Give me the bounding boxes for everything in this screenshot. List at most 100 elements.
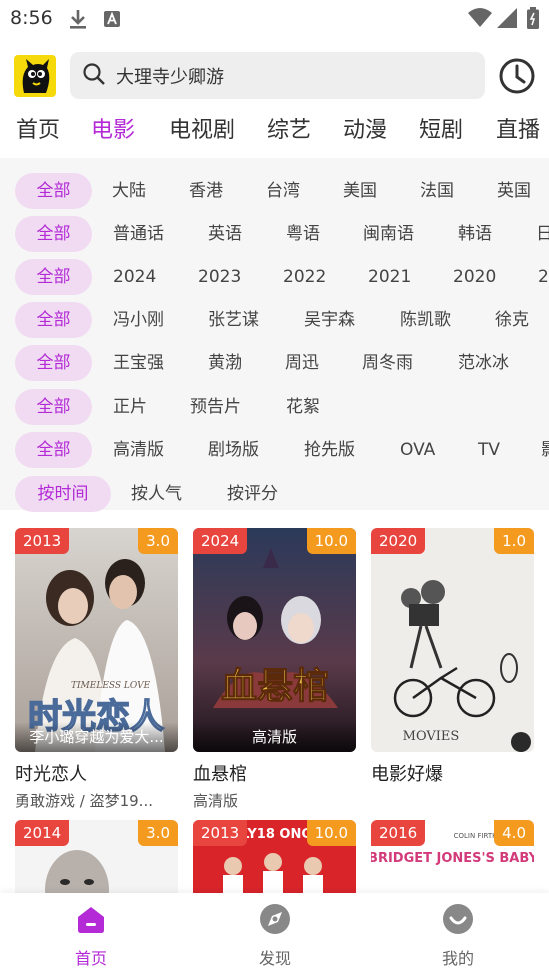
score-badge: 4.0 — [494, 820, 534, 846]
filter-chip[interactable]: 周冬雨 — [362, 345, 413, 381]
filter-chip[interactable]: 2020 — [453, 259, 496, 295]
nav-home[interactable]: 首页 — [41, 903, 141, 969]
sort-options: 按时间 按人气 按评分 — [0, 476, 549, 514]
year-badge: 2013 — [15, 528, 70, 554]
movie-title: 血悬棺 — [193, 764, 247, 785]
filter-chip[interactable]: 全部 — [15, 173, 92, 209]
history-button[interactable] — [497, 56, 537, 96]
score-badge: 10.0 — [306, 820, 356, 846]
tab-home[interactable]: 首页 — [16, 112, 60, 144]
bottom-navigation: 首页 发现 我的 — [0, 893, 549, 976]
score-badge: 10.0 — [306, 528, 356, 554]
filter-chip[interactable]: 王宝强 — [113, 345, 164, 381]
filter-chip[interactable]: 2023 — [198, 259, 241, 295]
poster-caption: 李小璐穿越为爱大... — [15, 722, 178, 752]
tab-variety[interactable]: 综艺 — [267, 112, 311, 144]
filter-chip[interactable]: 法国 — [420, 173, 454, 209]
score-badge: 3.0 — [138, 820, 178, 846]
category-tabs: 首页 电影 电视剧 综艺 动漫 短剧 直播 — [0, 112, 549, 152]
score-badge: 3.0 — [138, 528, 178, 554]
movie-card[interactable]: 血悬棺 2024 10.0 高清版 血悬棺 高清版 — [193, 528, 356, 811]
filter-chip[interactable]: 张艺谋 — [208, 302, 259, 338]
movie-card[interactable]: TIMELESS LOVE 时光恋人 2013 3.0 李小璐穿越为爱大... … — [15, 528, 178, 811]
filter-chip[interactable]: 正片 — [113, 389, 147, 425]
filter-chip[interactable]: 日 — [536, 216, 549, 252]
sort-by-popularity[interactable]: 按人气 — [131, 476, 182, 512]
movie-poster: COLIN FIRTH PATRICK BRIDGET JONES'S BABY… — [371, 820, 534, 900]
filter-chip[interactable]: 陈凯歌 — [400, 302, 451, 338]
filter-chip[interactable]: 普通话 — [113, 216, 164, 252]
status-bar: 8:56 — [0, 0, 549, 38]
search-icon — [82, 62, 106, 90]
movie-poster: TIMELESS LOVE 时光恋人 2013 3.0 李小璐穿越为爱大... — [15, 528, 178, 752]
filter-chip[interactable]: 预告片 — [190, 389, 241, 425]
filter-chip[interactable]: OVA — [400, 432, 435, 468]
filter-actor: 全部 王宝强 黄渤 周迅 周冬雨 范冰冰 — [0, 345, 549, 383]
filter-chip[interactable]: 2 — [538, 259, 549, 295]
year-badge: 2013 — [193, 820, 248, 846]
filter-type: 全部 正片 预告片 花絮 — [0, 389, 549, 427]
filter-chip[interactable]: 全部 — [15, 389, 92, 425]
signal-icon — [497, 8, 517, 32]
nav-label: 我的 — [441, 949, 474, 968]
filter-chip[interactable]: 冯小刚 — [113, 302, 164, 338]
svg-text:MOVIES: MOVIES — [403, 729, 460, 744]
nav-discover[interactable]: 发现 — [225, 903, 325, 969]
filter-chip[interactable]: 范冰冰 — [458, 345, 509, 381]
filter-chip[interactable]: TV — [478, 432, 500, 468]
filter-chip[interactable]: 吴宇森 — [304, 302, 355, 338]
svg-text:BRIDGET JONES'S BABY: BRIDGET JONES'S BABY — [371, 851, 534, 866]
movie-card[interactable]: COLIN FIRTH PATRICK BRIDGET JONES'S BABY… — [371, 820, 534, 900]
tab-live[interactable]: 直播 — [496, 112, 540, 144]
movie-poster: MOVIES 2020 1.0 — [371, 528, 534, 752]
filter-chip[interactable]: 大陆 — [112, 173, 146, 209]
year-badge: 2020 — [371, 528, 426, 554]
filter-chip[interactable]: 花絮 — [286, 389, 320, 425]
filter-chip[interactable]: 粤语 — [286, 216, 320, 252]
svg-text:TIMELESS LOVE: TIMELESS LOVE — [71, 681, 151, 691]
sort-by-rating[interactable]: 按评分 — [227, 476, 278, 512]
discover-icon — [259, 904, 291, 939]
filter-version: 全部 高清版 剧场版 抢先版 OVA TV 影 — [0, 432, 549, 470]
tab-tv-series[interactable]: 电视剧 — [169, 112, 235, 144]
movie-card[interactable]: 2014 3.0 — [15, 820, 178, 900]
filter-chip[interactable]: 英国 — [497, 173, 531, 209]
filter-chip[interactable]: 全部 — [15, 216, 92, 252]
tab-movies[interactable]: 电影 — [91, 112, 135, 144]
filter-chip[interactable]: 高清版 — [113, 432, 164, 468]
filter-chip[interactable]: 全部 — [15, 302, 92, 338]
sort-by-time[interactable]: 按时间 — [15, 476, 111, 512]
movie-title: 时光恋人 — [15, 764, 87, 785]
filter-chip[interactable]: 美国 — [343, 173, 377, 209]
filter-chip[interactable]: 抢先版 — [304, 432, 355, 468]
filter-chip[interactable]: 黄渤 — [208, 345, 242, 381]
filter-chip[interactable]: 韩语 — [458, 216, 492, 252]
search-input[interactable]: 大理寺少卿游 — [70, 52, 485, 99]
filter-chip[interactable]: 台湾 — [266, 173, 300, 209]
filter-chip[interactable]: 2022 — [283, 259, 326, 295]
filter-chip[interactable]: 影 — [541, 432, 549, 468]
movie-card[interactable]: MOVIES 2020 1.0 电影好爆 — [371, 528, 534, 790]
filter-chip[interactable]: 全部 — [15, 259, 92, 295]
filter-chip[interactable]: 香港 — [189, 173, 223, 209]
filter-director: 全部 冯小刚 张艺谋 吴宇森 陈凯歌 徐克 — [0, 302, 549, 340]
clock-icon — [497, 58, 537, 100]
year-badge: 2014 — [15, 820, 70, 846]
nav-profile[interactable]: 我的 — [408, 903, 508, 969]
notification-app-icon — [104, 11, 120, 31]
filter-chip[interactable]: 2024 — [113, 259, 156, 295]
movie-card[interactable]: NLY18 ONCE 2013 10.0 — [193, 820, 356, 900]
filter-chip[interactable]: 全部 — [15, 345, 92, 381]
battery-icon — [527, 7, 539, 33]
tab-anime[interactable]: 动漫 — [343, 112, 387, 144]
filter-chip[interactable]: 剧场版 — [208, 432, 259, 468]
filter-chip[interactable]: 闽南语 — [363, 216, 414, 252]
filter-chip[interactable]: 英语 — [208, 216, 242, 252]
tab-short-drama[interactable]: 短剧 — [419, 112, 463, 144]
filter-region: 全部 大陆 香港 台湾 美国 法国 英国 — [0, 173, 549, 211]
nav-label: 发现 — [258, 949, 291, 968]
filter-chip[interactable]: 周迅 — [285, 345, 319, 381]
filter-chip[interactable]: 2021 — [368, 259, 411, 295]
filter-chip[interactable]: 全部 — [15, 432, 92, 468]
filter-chip[interactable]: 徐克 — [495, 302, 529, 338]
